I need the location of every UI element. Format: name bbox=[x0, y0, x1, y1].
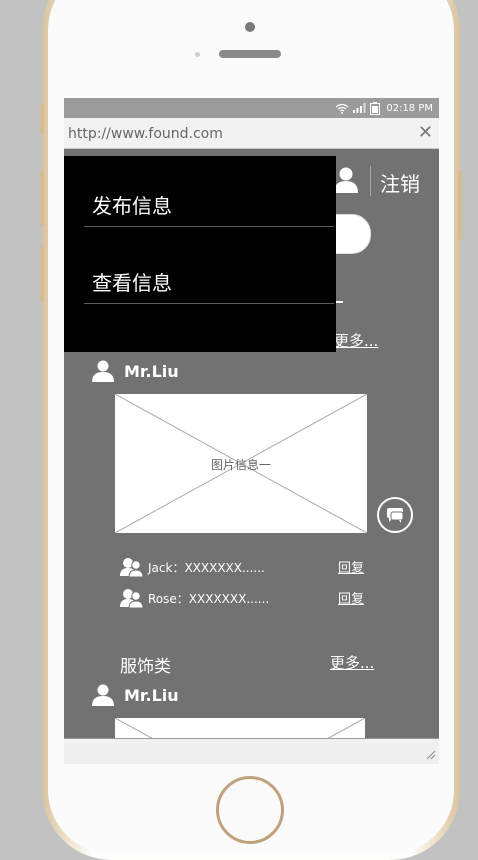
header-divider bbox=[370, 166, 371, 196]
resize-grip-icon[interactable] bbox=[426, 750, 436, 760]
reply-link[interactable]: 回复 bbox=[338, 588, 364, 607]
user-icon[interactable] bbox=[334, 166, 358, 194]
status-bar: 02:18 PM bbox=[64, 98, 439, 118]
comment-text: Jack：XXXXXXX...... bbox=[148, 560, 265, 575]
home-button[interactable] bbox=[216, 776, 284, 844]
user-icon bbox=[92, 360, 114, 382]
users-icon bbox=[120, 558, 144, 577]
volume-down-button bbox=[40, 246, 44, 302]
post-image[interactable]: 图片信息一 bbox=[115, 394, 367, 533]
status-icons bbox=[335, 101, 381, 115]
comment-text: Rose：XXXXXXX...... bbox=[148, 591, 270, 606]
wifi-icon bbox=[335, 103, 349, 114]
post-author: Mr.Liu bbox=[92, 360, 179, 382]
author-name: Mr.Liu bbox=[124, 685, 179, 705]
screen: 02:18 PM http://www.found.com ✕ 注销 更多...… bbox=[64, 98, 439, 764]
signal-icon bbox=[353, 103, 366, 113]
battery-icon bbox=[370, 101, 381, 115]
close-icon[interactable]: ✕ bbox=[418, 122, 433, 143]
users-icon bbox=[120, 589, 144, 608]
menu-divider bbox=[84, 226, 334, 227]
menu-divider bbox=[84, 303, 334, 304]
logout-button[interactable]: 注销 bbox=[380, 168, 420, 197]
more-link[interactable]: 更多... bbox=[330, 652, 374, 673]
menu-item-view[interactable]: 查看信息 bbox=[92, 267, 172, 296]
url-text[interactable]: http://www.found.com bbox=[68, 126, 223, 142]
address-bar[interactable]: http://www.found.com ✕ bbox=[64, 118, 439, 149]
browser-bottom-bar bbox=[64, 738, 439, 764]
chat-icon[interactable] bbox=[377, 497, 413, 533]
post-author: Mr.Liu bbox=[92, 684, 179, 706]
dropdown-menu: 发布信息 查看信息 bbox=[64, 156, 336, 352]
more-link[interactable]: 更多... bbox=[334, 330, 378, 351]
reply-link[interactable]: 回复 bbox=[338, 557, 364, 576]
category-title: 服饰类 bbox=[120, 657, 171, 677]
silent-switch bbox=[40, 104, 44, 134]
volume-up-button bbox=[40, 170, 44, 226]
comment-row: Rose：XXXXXXX...... bbox=[120, 588, 269, 608]
proximity-sensor bbox=[195, 52, 200, 57]
status-time: 02:18 PM bbox=[386, 102, 433, 114]
earpiece-speaker bbox=[219, 50, 281, 58]
comment-row: Jack：XXXXXXX...... bbox=[120, 557, 265, 577]
menu-item-publish[interactable]: 发布信息 bbox=[92, 190, 172, 219]
user-icon bbox=[92, 684, 114, 706]
image-caption: 图片信息一 bbox=[210, 458, 271, 472]
power-button bbox=[458, 170, 462, 240]
author-name: Mr.Liu bbox=[124, 361, 179, 381]
front-camera bbox=[245, 22, 255, 32]
